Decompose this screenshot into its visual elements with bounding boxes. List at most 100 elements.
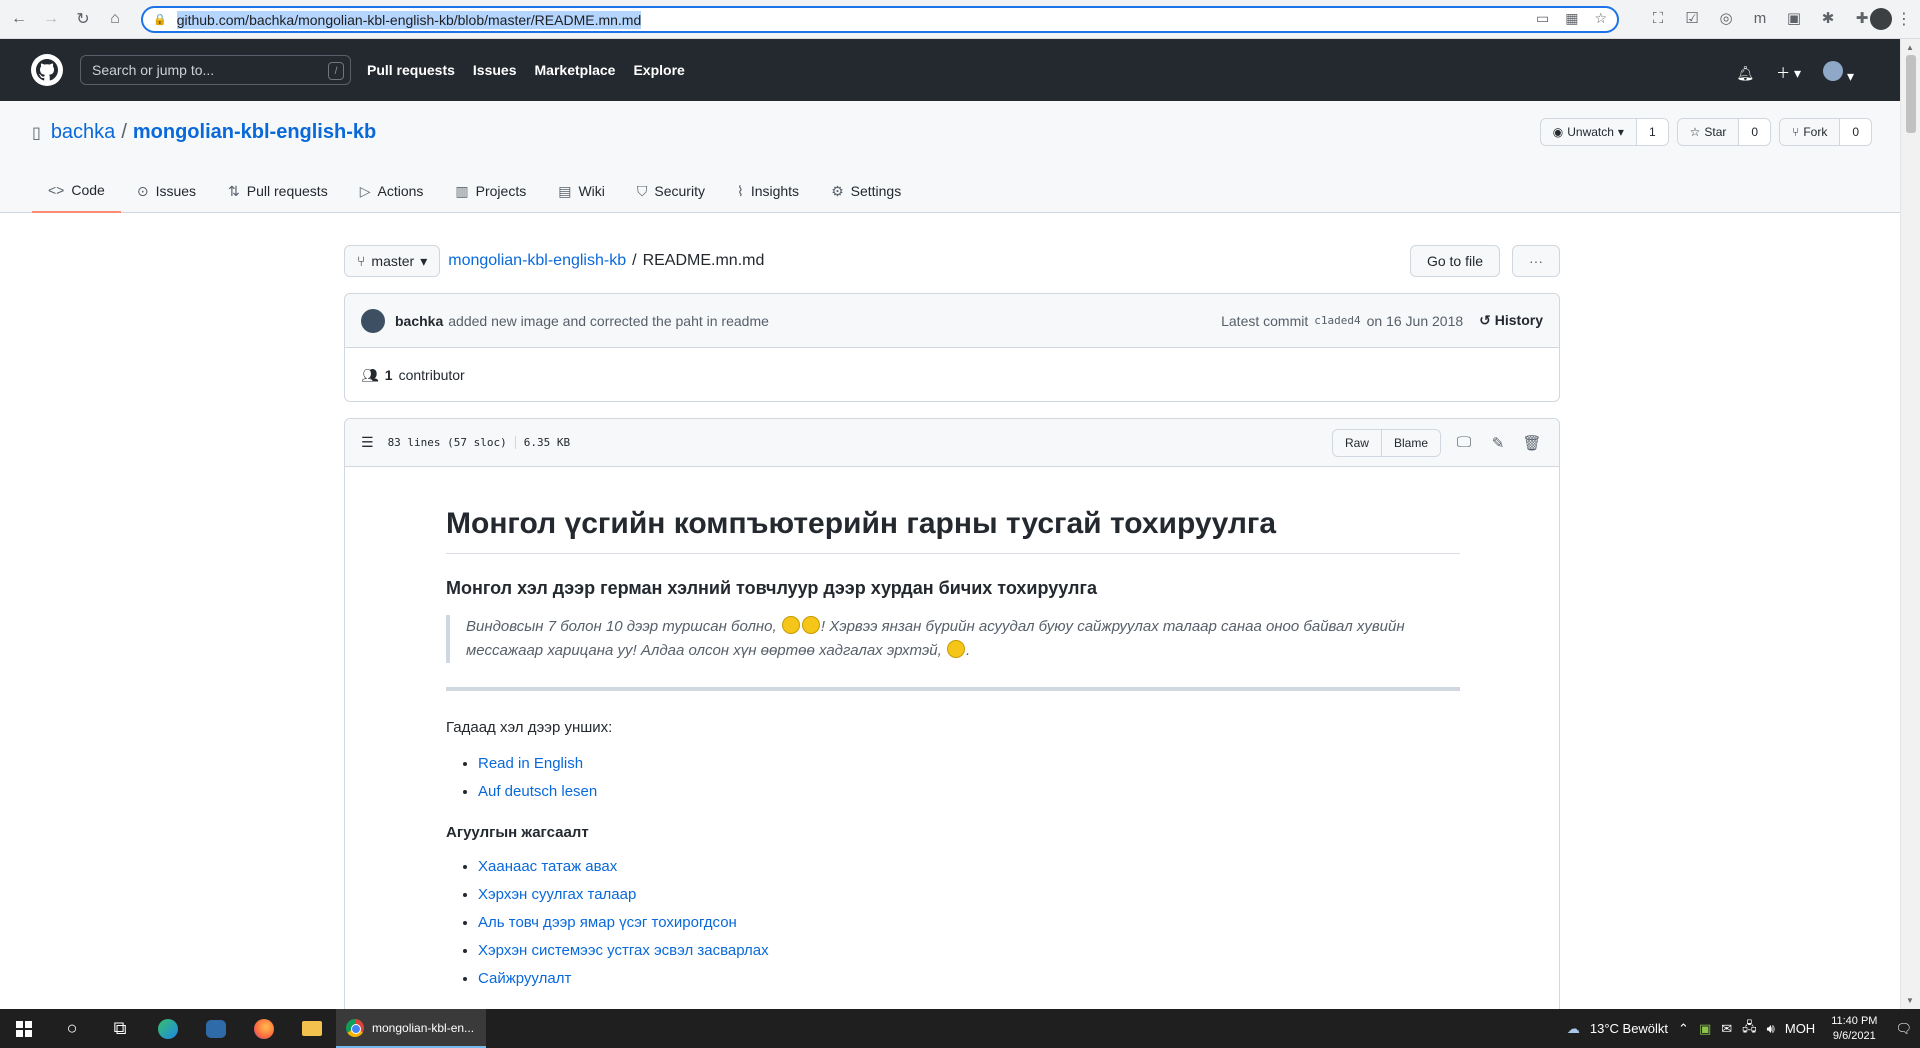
nav-issues[interactable]: Issues <box>473 62 517 78</box>
profile-avatar[interactable] <box>1870 8 1892 30</box>
global-search-input[interactable]: Search or jump to... / <box>80 55 351 85</box>
commit-author-link[interactable]: bachka <box>395 313 443 329</box>
gear-icon: ⚙ <box>831 182 844 199</box>
search-icon[interactable]: ○ <box>48 1009 96 1048</box>
url-text[interactable]: github.com/bachka/mongolian-kbl-english-… <box>176 10 642 29</box>
keyboard-language[interactable]: MOH <box>1785 1021 1815 1036</box>
star-button[interactable]: ☆ Star <box>1677 119 1740 145</box>
notification-icon[interactable]: 🗨︎ <box>1895 1021 1912 1037</box>
read-in-german-link[interactable]: Auf deutsch lesen <box>478 783 597 800</box>
firefox-icon[interactable] <box>240 1009 288 1048</box>
taskbar-app-label: mongolian-kbl-en... <box>372 1020 475 1035</box>
scroll-up-icon[interactable]: ▲ <box>1906 43 1914 52</box>
watch-button[interactable]: ◉ Unwatch ▾ <box>1540 119 1637 145</box>
more-options-button[interactable]: ··· <box>1512 245 1560 277</box>
star-button-group[interactable]: ☆ Star 0 <box>1676 118 1772 146</box>
signal-messenger-icon[interactable] <box>192 1009 240 1048</box>
translate-icon[interactable]: ▦ <box>1565 10 1578 27</box>
desktop-icon[interactable]: 🖵︎ <box>1453 432 1475 454</box>
file-explorer-icon[interactable] <box>288 1009 336 1048</box>
gear-extension-icon[interactable]: ✱ <box>1818 8 1838 28</box>
nav-explore[interactable]: Explore <box>633 62 684 78</box>
watch-count[interactable]: 1 <box>1636 119 1668 145</box>
page-scrollbar[interactable]: ▲ ▼ <box>1900 39 1920 1009</box>
trash-icon[interactable]: 🗑︎ <box>1521 432 1543 454</box>
edge-icon[interactable] <box>144 1009 192 1048</box>
read-in-english-link[interactable]: Read in English <box>478 755 583 772</box>
avatar[interactable] <box>361 308 385 333</box>
eye-icon: ◉ <box>1552 125 1564 139</box>
scroll-thumb[interactable] <box>1906 55 1916 133</box>
toc-link-keymap[interactable]: Аль товч дээр ямар үсэг тохирогдсон <box>478 914 737 931</box>
breadcrumb-separator: / <box>632 252 637 269</box>
tray-app-icon[interactable]: ▣ <box>1699 1021 1711 1037</box>
taskbar-chrome-app[interactable]: mongolian-kbl-en... <box>336 1009 486 1048</box>
star-count[interactable]: 0 <box>1739 119 1771 145</box>
tab-projects[interactable]: ▥ Projects <box>439 169 542 213</box>
tab-pull-requests[interactable]: ⇅ Pull requests <box>212 169 344 213</box>
blame-button[interactable]: Blame <box>1380 429 1440 456</box>
back-icon[interactable]: ← <box>6 6 32 32</box>
scroll-down-icon[interactable]: ▼ <box>1906 996 1914 1005</box>
nav-pull-requests[interactable]: Pull requests <box>367 62 455 78</box>
user-menu[interactable]: ▾ <box>1823 61 1854 85</box>
commit-message[interactable]: added new image and corrected the paht i… <box>448 313 769 329</box>
volume-icon[interactable]: 🔊︎ <box>1767 1021 1775 1037</box>
toc-link-install[interactable]: Хэрхэн суулгах талаар <box>478 886 636 903</box>
breadcrumb-repo-link[interactable]: mongolian-kbl-english-kb <box>448 252 626 270</box>
home-icon[interactable]: ⌂ <box>102 6 128 32</box>
fork-button[interactable]: ⑂ Fork <box>1780 119 1841 145</box>
latest-commit-box: bachka added new image and corrected the… <box>344 293 1560 402</box>
tab-actions[interactable]: ▷ Actions <box>344 169 440 213</box>
commit-sha-link[interactable]: c1aded4 <box>1314 314 1360 327</box>
go-to-file-button[interactable]: Go to file <box>1409 245 1500 277</box>
blue-extension-icon[interactable]: ▣ <box>1784 8 1804 28</box>
repo-owner-link[interactable]: bachka <box>51 121 116 144</box>
tab-security[interactable]: ⛉ Security <box>621 169 721 213</box>
chevron-up-icon[interactable]: ⌃ <box>1678 1021 1689 1037</box>
toc-link-improvements[interactable]: Сайжруулалт <box>478 970 571 987</box>
tab-wiki[interactable]: ▤ Wiki <box>542 169 621 213</box>
plus-dropdown-icon[interactable]: ＋ ▾ <box>1776 63 1801 83</box>
tray-mail-icon[interactable]: ✉ <box>1721 1021 1732 1037</box>
watch-button-group[interactable]: ◉ Unwatch ▾ 1 <box>1539 118 1669 146</box>
repo-name-link[interactable]: mongolian-kbl-english-kb <box>133 121 376 144</box>
lock-icon: 🔒 <box>153 14 167 26</box>
cast-icon[interactable]: ▭ <box>1536 10 1549 27</box>
bell-icon[interactable]: 🔔︎ <box>1736 65 1754 82</box>
task-view-icon[interactable]: ⧉ <box>96 1009 144 1048</box>
clock[interactable]: 11:40 PM 9/6/2021 <box>1831 1014 1877 1044</box>
forward-icon[interactable]: → <box>38 6 64 32</box>
bookmark-star-icon[interactable]: ☆ <box>1594 10 1607 27</box>
github-logo-icon[interactable] <box>31 54 63 86</box>
system-tray: ☁ 13°C Bewölkt ⌃ ▣ ✉ 🖧︎ 🔊︎ MOH 11:40 PM … <box>1567 1009 1920 1048</box>
reload-icon[interactable]: ↻ <box>70 6 96 32</box>
puzzle-extensions-icon[interactable]: ✚ <box>1852 8 1872 28</box>
circle-extension-icon[interactable]: ◎ <box>1716 8 1736 28</box>
address-bar[interactable]: 🔒 github.com/bachka/mongolian-kbl-englis… <box>141 6 1619 33</box>
kebab-menu-icon[interactable]: ⋮ <box>1896 9 1912 29</box>
tab-issues[interactable]: ⊙ Issues <box>121 169 212 213</box>
tab-insights[interactable]: ⌇ Insights <box>721 169 815 213</box>
contributors-row[interactable]: 👥︎ 1 contributor <box>345 348 1559 402</box>
toc-link-download[interactable]: Хаанаас татаж авах <box>478 858 617 875</box>
toc-link-uninstall[interactable]: Хэрхэн системээс устгах эсвэл засварлах <box>478 942 769 959</box>
weather-text[interactable]: 13°C Bewölkt <box>1590 1021 1668 1036</box>
m-extension-icon[interactable]: m <box>1750 8 1770 28</box>
windows-start-icon[interactable] <box>0 1009 48 1048</box>
history-link[interactable]: ↺ History <box>1479 312 1543 329</box>
cloud-weather-icon[interactable]: ☁ <box>1567 1021 1580 1037</box>
fork-count[interactable]: 0 <box>1840 119 1871 145</box>
checklist-extension-icon[interactable]: ☑ <box>1682 8 1702 28</box>
branch-selector[interactable]: ⑂ master ▾ <box>344 245 441 277</box>
nav-marketplace[interactable]: Marketplace <box>535 62 616 78</box>
fork-button-group[interactable]: ⑂ Fork 0 <box>1779 118 1872 146</box>
network-icon[interactable]: 🖧︎ <box>1742 1018 1757 1040</box>
screenshot-extension-icon[interactable]: ⛶ <box>1648 8 1668 28</box>
pencil-icon[interactable]: ✎ <box>1487 432 1509 454</box>
tab-settings[interactable]: ⚙ Settings <box>815 169 917 213</box>
outline-list-icon[interactable]: ☰ <box>361 434 374 451</box>
book-icon: ▤ <box>558 182 572 199</box>
raw-button[interactable]: Raw <box>1332 429 1381 456</box>
tab-code[interactable]: <> Code <box>32 169 121 213</box>
